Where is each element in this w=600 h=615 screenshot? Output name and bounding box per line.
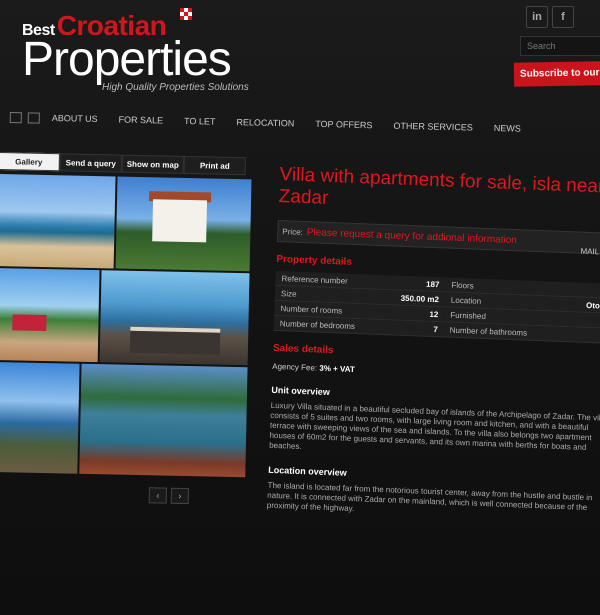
photo-villa[interactable]	[115, 176, 252, 272]
mail-link[interactable]: MAIL T	[580, 247, 600, 257]
detail-label: Number of rooms	[280, 303, 343, 315]
site-logo[interactable]: BestCroatian Properties High Quality Pro…	[22, 8, 249, 93]
nav-item-top-offers[interactable]: TOP OFFERS	[315, 119, 372, 130]
tab-send-query[interactable]: Send a query	[59, 153, 122, 173]
property-gallery: Gallery Send a query Show on map Print a…	[0, 152, 254, 517]
nav-item-news[interactable]: NEWS	[494, 123, 521, 134]
photo-coast[interactable]	[0, 361, 80, 474]
page: BestCroatian Properties High Quality Pro…	[0, 0, 600, 615]
nav-item-for-sale[interactable]: FOR SALE	[118, 114, 163, 125]
nav-item-other-services[interactable]: OTHER SERVICES	[393, 121, 473, 133]
main-nav: ABOUT US FOR SALE TO LET RELOCATION TOP …	[9, 108, 599, 145]
detail-label: Size	[280, 288, 297, 299]
tab-show-on-map[interactable]: Show on map	[121, 154, 184, 174]
logo-tagline: High Quality Properties Solutions	[102, 82, 249, 93]
price-value: Please request a query for addional info…	[306, 226, 518, 246]
photo-beach[interactable]	[0, 173, 116, 269]
linkedin-icon[interactable]: in	[526, 6, 548, 28]
search-input[interactable]	[520, 36, 600, 56]
checkerboard-icon	[180, 8, 192, 20]
detail-label: Number of bathrooms	[449, 325, 528, 338]
agency-fee: Agency Fee: 3% + VAT	[272, 362, 600, 385]
prev-arrow-icon[interactable]: ‹	[148, 487, 168, 504]
photo-marina[interactable]	[79, 363, 248, 478]
tab-print-ad[interactable]: Print ad	[183, 155, 246, 176]
tab-gallery[interactable]: Gallery	[0, 152, 60, 172]
detail-value: 12	[429, 309, 439, 319]
agency-fee-value: 3% + VAT	[319, 363, 355, 375]
detail-label: Floors	[451, 280, 474, 291]
nav-icons	[9, 111, 40, 124]
gallery-tabs: Gallery Send a query Show on map Print a…	[0, 152, 254, 176]
nav-item-relocation[interactable]: RELOCATION	[236, 117, 294, 128]
listing-title: Villa with apartments for sale, isla nea…	[278, 164, 600, 209]
detail-label: Furnished	[450, 310, 487, 321]
subscribe-button[interactable]: Subscribe to our	[513, 61, 600, 87]
facebook-icon[interactable]: f	[552, 6, 574, 28]
unit-overview-text: Luxury Villa situated in a beautiful sec…	[269, 400, 600, 452]
property-details-table: Reference number 187 Size 350.00 m2 Number…	[273, 270, 600, 344]
gallery-arrows: ‹ ›	[148, 487, 190, 505]
photo-terrace[interactable]	[0, 267, 100, 363]
price-label: Price:	[282, 226, 304, 237]
photo-lounge[interactable]	[99, 270, 250, 366]
details-left-column: Reference number 187 Size 350.00 m2 Number…	[273, 270, 446, 338]
mail-icon[interactable]	[27, 112, 40, 124]
detail-value: Otoče	[585, 300, 600, 311]
detail-label: Number of bedrooms	[279, 318, 356, 331]
nav-items: ABOUT US FOR SALE TO LET RELOCATION TOP …	[52, 113, 542, 134]
nav-item-to-let[interactable]: TO LET	[184, 116, 216, 127]
price-row: Price: Please request a query for addion…	[277, 219, 600, 257]
detail-value: 350.00 m2	[400, 293, 440, 304]
next-arrow-icon[interactable]: ›	[170, 487, 190, 505]
nav-item-about-us[interactable]: ABOUT US	[52, 113, 98, 124]
detail-label: Reference number	[281, 273, 349, 286]
home-icon[interactable]	[9, 111, 22, 124]
detail-value: 7	[433, 324, 438, 334]
listing-content: Villa with apartments for sale, isla nea…	[263, 164, 600, 615]
lounge-sofa	[129, 326, 221, 355]
location-overview-text: The island is located far from the notor…	[266, 480, 593, 514]
social-links: in f	[526, 6, 574, 28]
detail-value: 187	[425, 279, 440, 289]
logo-properties: Properties	[22, 33, 232, 86]
terrace-table	[12, 314, 47, 332]
villa-house	[152, 199, 208, 243]
photo-grid	[0, 173, 252, 484]
details-right-column: Floors Location Otoče Furnished Number of…	[443, 277, 600, 344]
agency-fee-label: Agency Fee:	[272, 361, 318, 373]
detail-label: Location	[450, 295, 482, 306]
